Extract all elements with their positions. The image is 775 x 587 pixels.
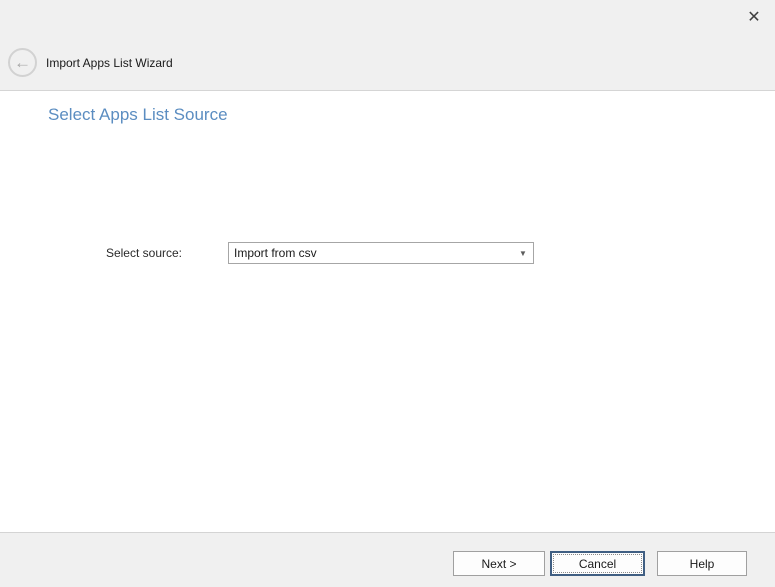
chevron-down-icon[interactable]: ▼ [515, 249, 533, 258]
page-title: Select Apps List Source [48, 105, 228, 125]
help-button[interactable]: Help [657, 551, 747, 576]
back-button[interactable]: ← [8, 48, 37, 77]
source-combobox[interactable]: Import from csv ▼ [228, 242, 534, 264]
wizard-title: Import Apps List Wizard [46, 55, 173, 71]
next-button[interactable]: Next > [453, 551, 545, 576]
select-source-label: Select source: [96, 246, 182, 260]
wizard-footer: Next > Cancel Help [0, 532, 775, 587]
close-button[interactable]: ✕ [743, 6, 765, 28]
wizard-content: Select Apps List Source Select source: I… [0, 92, 775, 532]
close-icon: ✕ [747, 7, 760, 27]
back-arrow-icon: ← [14, 54, 31, 71]
source-combobox-value: Import from csv [229, 246, 515, 260]
cancel-button[interactable]: Cancel [550, 551, 645, 576]
wizard-header: ← Import Apps List Wizard ✕ [0, 0, 775, 91]
